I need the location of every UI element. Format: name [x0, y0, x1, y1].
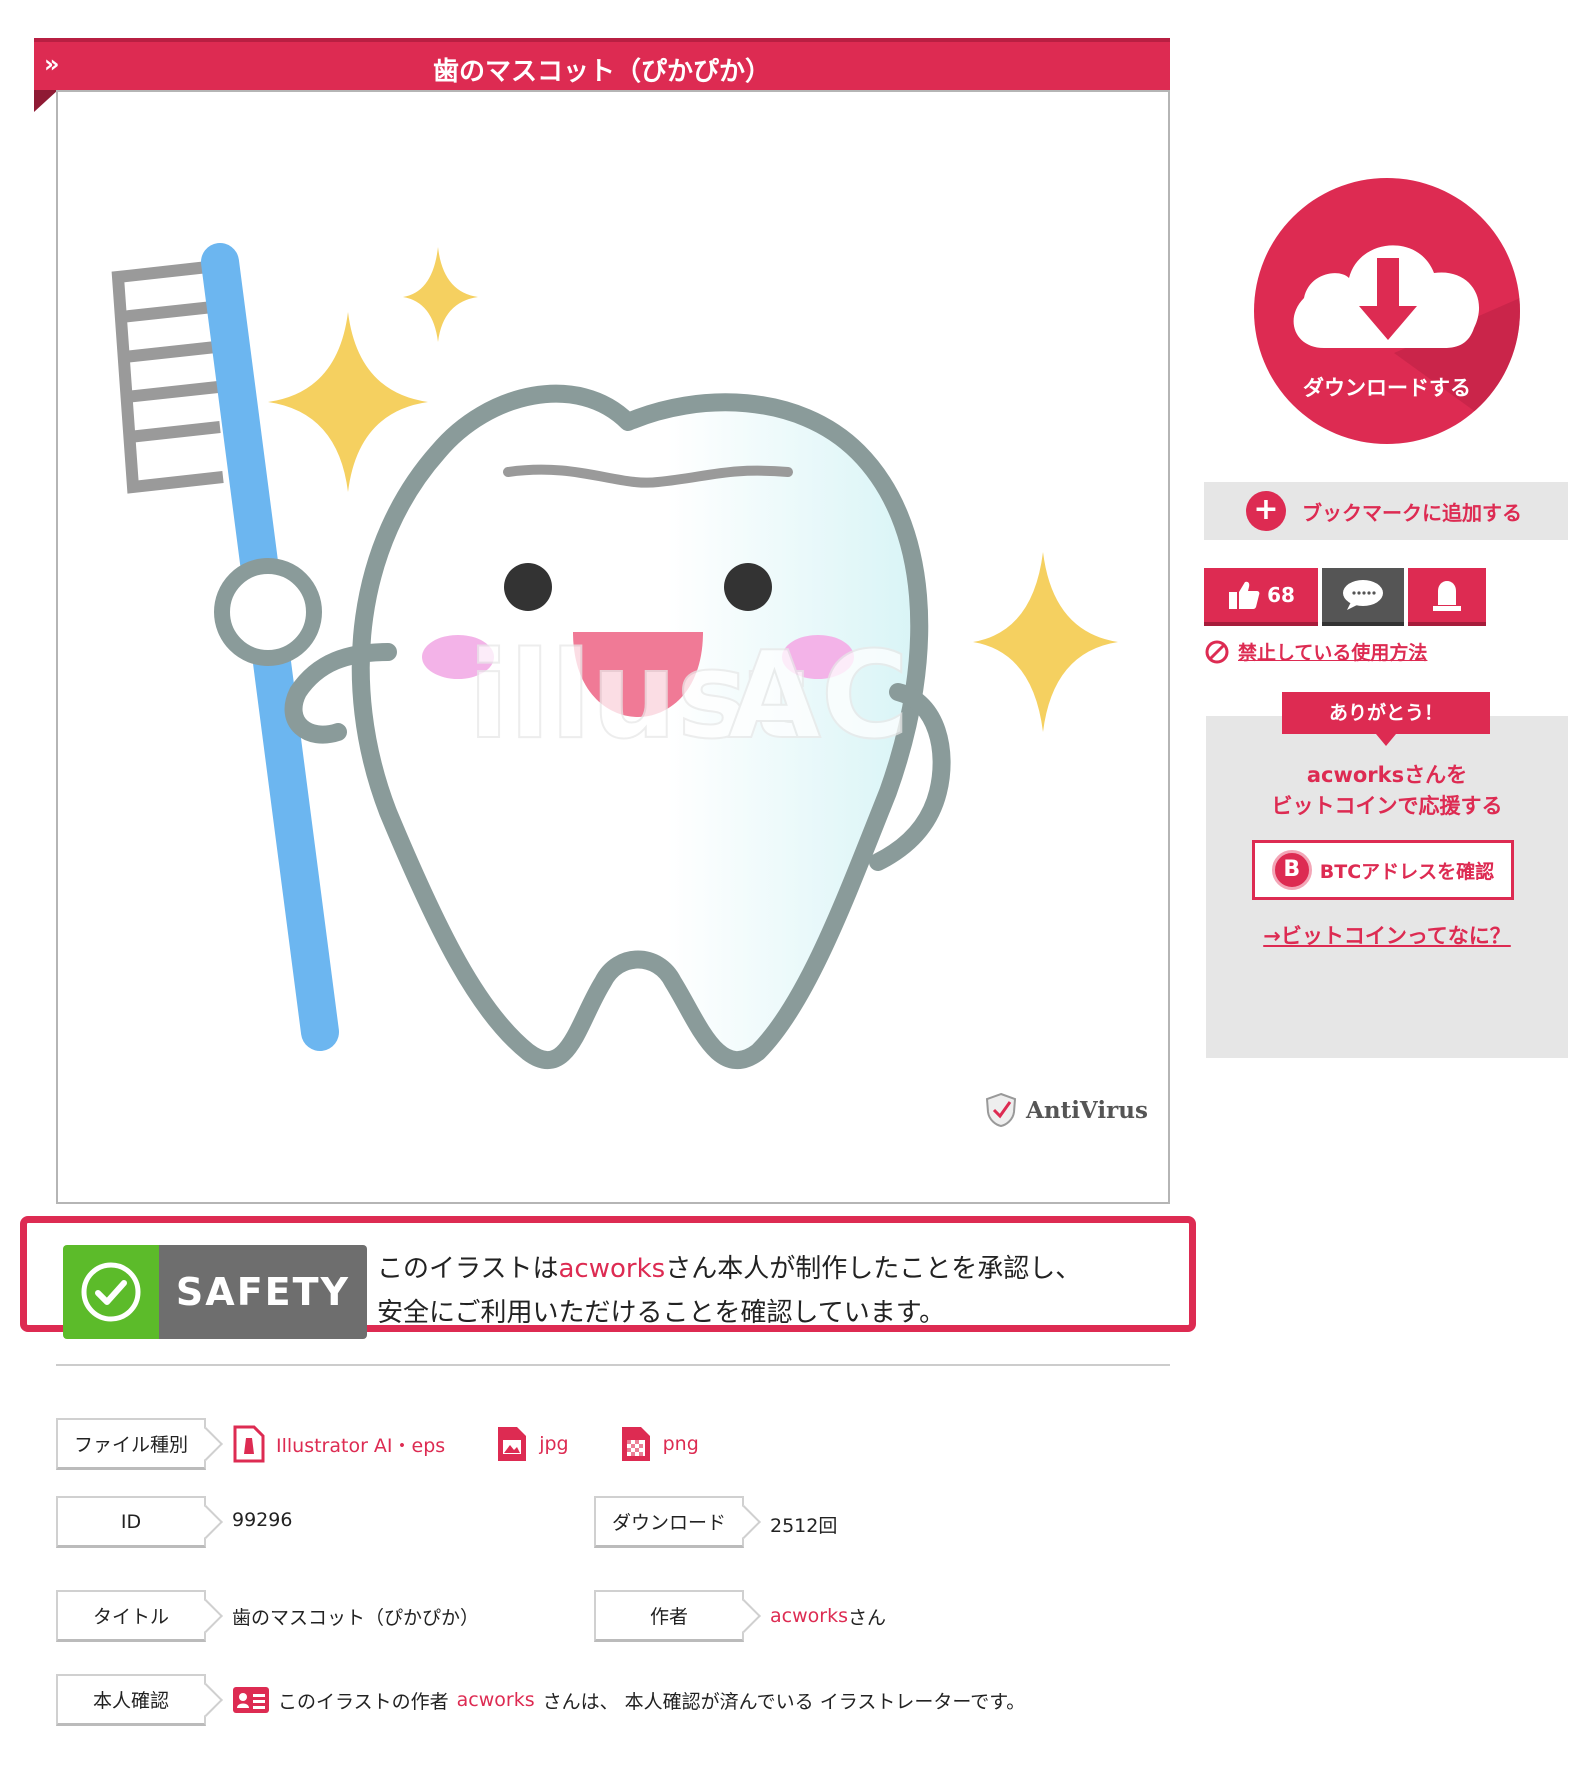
antivirus-shield-icon [985, 1092, 1017, 1128]
jpg-file-icon [498, 1427, 527, 1461]
report-button[interactable] [1408, 568, 1486, 626]
verification-text-before: このイラストの作者 [278, 1690, 449, 1713]
tooth-eye-left [504, 563, 552, 611]
bookmark-button[interactable]: + ブックマークに追加する [1204, 482, 1568, 540]
id-card-icon [233, 1687, 269, 1713]
sparkle-right [973, 552, 1118, 732]
tooth-hand [214, 558, 322, 666]
file-type-png[interactable]: png [619, 1424, 699, 1464]
check-circle-icon [81, 1262, 141, 1322]
title-tag: タイトル [56, 1590, 206, 1642]
safety-text-after: さん本人が制作したことを承認し、 [665, 1254, 1082, 1284]
prohibited-usage-link[interactable]: 禁止している使用方法 [1204, 638, 1427, 665]
verification-text-after: さんは、 本人確認が済んでいる イラストレーターです。 [542, 1690, 1026, 1713]
speech-bubble-icon [1343, 580, 1383, 610]
tooth-eye-right [724, 563, 772, 611]
safety-author-link[interactable]: acworks [558, 1254, 665, 1284]
antivirus-badge: AntiVirus [984, 1092, 1148, 1128]
sparkle-small [403, 247, 478, 342]
author-suffix: さん [847, 1606, 886, 1629]
illustration-preview[interactable]: illust AC [56, 90, 1170, 1204]
file-type-jpg[interactable]: jpg [495, 1424, 569, 1464]
page-title: 歯のマスコット（ぴかぴか） [432, 57, 771, 87]
file-type-ai-label: Illustrator AI・eps [276, 1434, 446, 1457]
title-value: 歯のマスコット（ぴかぴか） [232, 1606, 480, 1629]
verification-value: このイラストの作者 acworks さんは、 本人確認が済んでいる イラストレー… [232, 1680, 1025, 1720]
support-text: acworksさんを ビットコインで応援する [1206, 760, 1568, 822]
sparkle-large [268, 312, 428, 492]
bookmark-label: ブックマークに追加する [1302, 500, 1522, 525]
file-type-list: Illustrator AI・eps jpg png [232, 1424, 699, 1464]
like-button[interactable]: 68 [1204, 568, 1318, 626]
png-file-icon [621, 1427, 650, 1461]
author-link[interactable]: acworks [770, 1605, 848, 1627]
comment-button[interactable] [1322, 568, 1404, 626]
watermark-ac: AC [728, 627, 909, 766]
prohibited-icon [1205, 640, 1229, 663]
download-button[interactable]: ダウンロードする [1254, 178, 1520, 444]
safety-notice: SAFETY このイラストはacworksさん本人が制作したことを承認し、 安全… [20, 1216, 1196, 1339]
download-label: ダウンロードする [1303, 376, 1471, 400]
antivirus-label: AntiVirus [1026, 1096, 1148, 1124]
like-count: 68 [1267, 583, 1295, 607]
safety-text: このイラストはacworksさん本人が制作したことを承認し、 安全にご利用いただ… [377, 1247, 1081, 1335]
support-line-2: ビットコインで応援する [1271, 794, 1503, 818]
safety-badge: SAFETY [63, 1245, 367, 1339]
tooth-mascot-illustration: illust AC [111, 243, 1118, 1069]
prohibited-label: 禁止している使用方法 [1238, 642, 1428, 664]
btc-button-label: BTCアドレスを確認 [1319, 860, 1495, 883]
alarm-light-icon [1433, 581, 1461, 611]
file-type-ai[interactable]: Illustrator AI・eps [232, 1424, 445, 1464]
bitcoin-icon: B [1271, 850, 1312, 890]
thanks-tab: ありがとう！ [1282, 692, 1490, 746]
divider [56, 1364, 1170, 1366]
watermark: illust AC [467, 626, 910, 767]
file-type-jpg-label: jpg [539, 1433, 569, 1455]
author-value: acworks さん [770, 1596, 886, 1636]
cloud-download-icon [1293, 245, 1520, 444]
action-buttons: 68 [1204, 568, 1486, 626]
verification-tag: 本人確認 [56, 1674, 206, 1726]
download-count-tag: ダウンロード [594, 1496, 744, 1548]
id-value: 99296 [232, 1509, 293, 1531]
safety-badge-label: SAFETY [159, 1245, 367, 1339]
title-bar-fold [34, 90, 58, 112]
id-tag: ID [56, 1496, 206, 1548]
bitcoin-info-label: →ビットコインってなに？ [1263, 924, 1511, 948]
file-type-png-label: png [662, 1433, 699, 1455]
safety-line-2: 安全にご利用いただけることを確認しています。 [377, 1298, 946, 1328]
safety-line-1: このイラストはacworksさん本人が制作したことを承認し、 [377, 1247, 1081, 1291]
page: { "header": { "chevron": "»", "title": "… [0, 0, 1582, 1784]
file-type-tag: ファイル種別 [56, 1418, 206, 1470]
safety-badge-check [63, 1245, 159, 1339]
download-count-value: 2512回 [770, 1514, 838, 1537]
safety-text-before: このイラストは [377, 1254, 559, 1284]
support-line-1: acworksさんを [1306, 763, 1468, 787]
title-bar: » 歯のマスコット（ぴかぴか） [34, 38, 1170, 90]
bitcoin-info-link[interactable]: →ビットコインってなに？ [1206, 920, 1568, 950]
author-tag: 作者 [594, 1590, 744, 1642]
verification-author-link[interactable]: acworks [457, 1689, 535, 1711]
plus-icon: + [1246, 491, 1286, 531]
btc-address-button[interactable]: B BTCアドレスを確認 [1252, 840, 1514, 900]
illustrator-file-icon [233, 1425, 265, 1463]
thumbs-up-icon [1229, 581, 1260, 609]
